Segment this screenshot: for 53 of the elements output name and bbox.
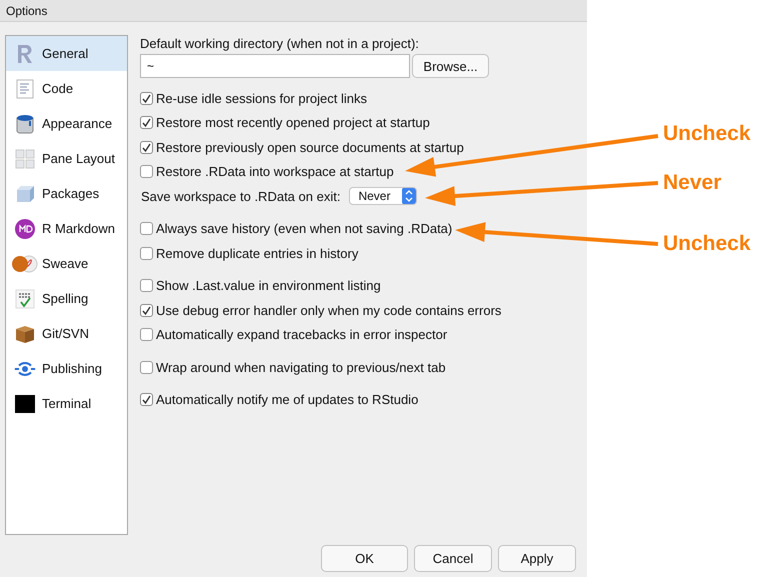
browse-button[interactable]: Browse...: [412, 54, 489, 78]
sidebar-item[interactable]: Appearance: [6, 106, 127, 141]
dialog-button[interactable]: Cancel: [414, 545, 492, 572]
checkbox[interactable]: [140, 222, 153, 236]
sidebar-item[interactable]: Publishing: [6, 351, 127, 386]
dropdown[interactable]: Never: [349, 187, 418, 206]
paint-bucket-icon: [14, 112, 36, 134]
checkbox-label: Remove duplicate entries in history: [156, 246, 358, 261]
sidebar-item[interactable]: R Markdown: [6, 211, 127, 246]
annotation-label: Uncheck: [663, 122, 751, 146]
checkbox-label: Automatically notify me of updates to RStudio: [156, 392, 418, 408]
checkbox[interactable]: [140, 360, 153, 374]
sidebar-item[interactable]: Git/SVN: [6, 316, 127, 351]
dialog-button[interactable]: Apply: [498, 545, 576, 572]
annotation-label: Uncheck: [663, 232, 751, 256]
sidebar-item[interactable]: Pane Layout: [6, 141, 127, 176]
checkbox[interactable]: [140, 328, 153, 342]
sidebar-item[interactable]: Terminal: [6, 386, 127, 421]
dialog-button[interactable]: OK: [321, 545, 408, 572]
checkbox-label: Re-use idle sessions for project links: [156, 90, 367, 106]
field-label: Default working directory (when not in a project):: [140, 36, 420, 52]
checkbox-label: Restore most recently opened project at startup: [156, 115, 430, 130]
checkbox[interactable]: [140, 304, 153, 317]
window-title: Options: [6, 4, 48, 18]
checkbox-label: Restore .RData into workspace at startup: [156, 164, 394, 180]
select-label: Save workspace to .RData on exit:: [141, 188, 340, 204]
checkbox-label: Use debug error handler only when my code contains errors: [156, 302, 502, 318]
stepper-icon: [402, 188, 416, 204]
sidebar-item[interactable]: Packages: [6, 176, 127, 211]
checkbox[interactable]: [140, 92, 153, 105]
checkbox[interactable]: [140, 116, 153, 130]
checkbox-label: Show .Last.value in environment listing: [156, 278, 381, 294]
terminal-icon: [14, 394, 36, 412]
sidebar-item[interactable]: Code: [6, 71, 127, 106]
checkbox-label: Automatically expand tracebacks in error inspector: [156, 327, 448, 342]
checkbox-label: Restore previously open source documents at startup: [156, 140, 464, 155]
directory-field[interactable]: ~: [140, 54, 410, 78]
sidebar-item[interactable]: Sweave: [6, 246, 127, 281]
sweave-icon: [12, 254, 38, 272]
checkbox-label: Wrap around when navigating to previous/next tab: [156, 360, 446, 375]
checkbox[interactable]: [140, 140, 153, 154]
annotation-label: Never: [663, 171, 722, 195]
spell-check-icon: [14, 288, 36, 310]
checkbox[interactable]: [140, 393, 153, 406]
sidebar-item[interactable]: Spelling: [6, 281, 127, 316]
checkbox[interactable]: [140, 165, 153, 178]
checkbox[interactable]: [140, 279, 153, 292]
checkbox-label: Always save history (even when not saving .RData): [156, 221, 452, 236]
sidebar-item[interactable]: General: [6, 36, 127, 71]
checkbox[interactable]: [140, 246, 153, 260]
document-icon: [14, 78, 36, 100]
markdown-circle-icon: [14, 218, 36, 240]
pane-grid-icon: [14, 148, 36, 170]
